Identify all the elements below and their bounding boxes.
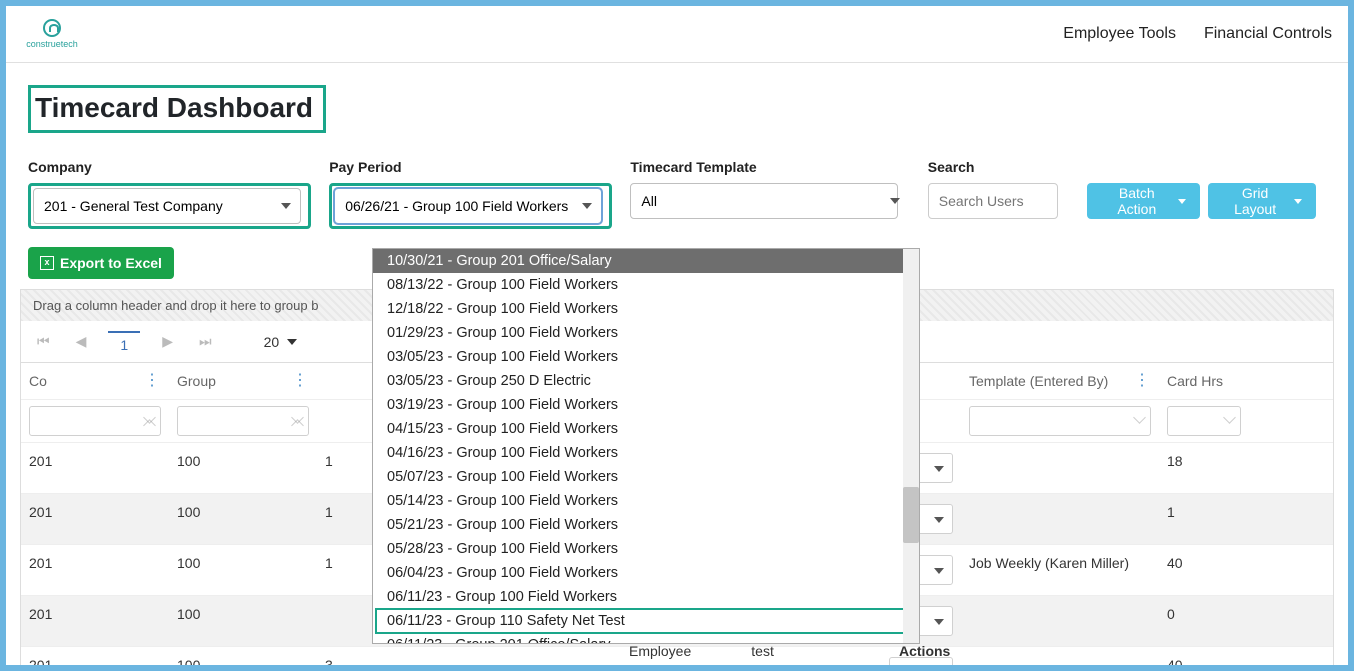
pay-period-option[interactable]: 05/21/23 - Group 100 Field Workers <box>373 513 919 537</box>
scrollbar[interactable] <box>903 249 919 643</box>
pager-prev-icon[interactable]: ◀ <box>72 329 91 354</box>
filter-hrs[interactable] <box>1167 406 1241 436</box>
pay-period-label: Pay Period <box>329 159 612 175</box>
col-test-peek: test <box>751 643 774 659</box>
filter-co[interactable] <box>29 406 161 436</box>
nav-employee-tools[interactable]: Employee Tools <box>1063 25 1176 43</box>
cell-hrs: 0 <box>1159 596 1249 646</box>
pay-period-dropdown-list[interactable]: 10/30/21 - Group 201 Office/Salary08/13/… <box>372 248 920 644</box>
excel-icon: x <box>40 256 54 270</box>
template-label: Timecard Template <box>630 159 909 175</box>
search-input[interactable] <box>928 183 1058 219</box>
cell-template <box>961 647 1159 671</box>
cell-group: 100 <box>169 545 317 595</box>
grid-layout-button[interactable]: Grid Layout <box>1208 183 1316 219</box>
pay-period-option[interactable]: 04/16/23 - Group 100 Field Workers <box>373 441 919 465</box>
export-excel-button[interactable]: x Export to Excel <box>28 247 174 279</box>
cell-template <box>961 443 1159 493</box>
pager-current-page: 1 <box>108 331 140 353</box>
pay-period-option[interactable]: 01/29/23 - Group 100 Field Workers <box>373 321 919 345</box>
pager-next-icon[interactable]: ▶ <box>158 329 177 354</box>
pager-last-icon[interactable]: ⏭ <box>195 329 216 354</box>
column-menu-icon[interactable]: ⋮ <box>1134 377 1150 385</box>
col-co[interactable]: Co <box>29 373 47 389</box>
col-employee-peek: Employee <box>629 643 691 659</box>
pay-period-option[interactable]: 12/18/22 - Group 100 Field Workers <box>373 297 919 321</box>
cell-co: 201 <box>21 647 169 671</box>
cell-hrs: 40 <box>1159 545 1249 595</box>
col-group[interactable]: Group <box>177 373 216 389</box>
page-size-value[interactable]: 20 <box>264 334 280 350</box>
pay-period-option[interactable]: 03/05/23 - Group 250 D Electric <box>373 369 919 393</box>
cell-group: 100 <box>169 647 317 671</box>
pay-period-option[interactable]: 06/04/23 - Group 100 Field Workers <box>373 561 919 585</box>
template-select[interactable]: All <box>630 183 898 219</box>
cell-co: 201 <box>21 596 169 646</box>
top-bar: construetech Employee Tools Financial Co… <box>6 6 1348 62</box>
pay-period-option[interactable]: 08/13/22 - Group 100 Field Workers <box>373 273 919 297</box>
pay-period-option[interactable]: 03/05/23 - Group 100 Field Workers <box>373 345 919 369</box>
cell-template: Job Weekly (Karen Miller) <box>961 545 1159 595</box>
company-select[interactable]: 201 - General Test Company <box>33 188 301 224</box>
page-title: Timecard Dashboard <box>28 85 326 133</box>
pay-period-option[interactable]: 05/28/23 - Group 100 Field Workers <box>373 537 919 561</box>
filter-template[interactable] <box>969 406 1151 436</box>
cell-template <box>961 596 1159 646</box>
col-template[interactable]: Template (Entered By) <box>969 373 1108 389</box>
logo-icon <box>43 19 61 37</box>
pay-period-option[interactable]: 04/15/23 - Group 100 Field Workers <box>373 417 919 441</box>
filter-bar: Company 201 - General Test Company Pay P… <box>6 141 1348 243</box>
pay-period-option[interactable]: 06/11/23 - Group 201 Office/Salary <box>373 633 919 644</box>
caret-down-icon <box>1294 199 1302 204</box>
pager-first-icon[interactable]: ⏮ <box>33 329 54 354</box>
cell-group: 100 <box>169 596 317 646</box>
top-nav: Employee Tools Financial Controls <box>1063 25 1332 43</box>
logo: construetech <box>22 18 82 50</box>
cell-hrs: 1 <box>1159 494 1249 544</box>
nav-financial-controls[interactable]: Financial Controls <box>1204 25 1332 43</box>
col-card-hrs[interactable]: Card Hrs <box>1167 373 1223 389</box>
search-label: Search <box>928 159 1070 175</box>
filter-group[interactable] <box>177 406 309 436</box>
cell-hidden: 3 <box>317 647 881 671</box>
cell-co: 201 <box>21 443 169 493</box>
pay-period-option[interactable]: 10/30/21 - Group 201 Office/Salary <box>373 249 919 273</box>
col-actions-peek: Actions <box>899 643 950 659</box>
pay-period-option[interactable]: 05/14/23 - Group 100 Field Workers <box>373 489 919 513</box>
row-action-select[interactable] <box>889 657 953 671</box>
column-menu-icon[interactable]: ⋮ <box>292 377 308 385</box>
company-label: Company <box>28 159 311 175</box>
cell-co: 201 <box>21 494 169 544</box>
cell-hrs: 18 <box>1159 443 1249 493</box>
pay-period-option[interactable]: 05/07/23 - Group 100 Field Workers <box>373 465 919 489</box>
scrollbar-thumb[interactable] <box>903 487 919 543</box>
cell-group: 100 <box>169 443 317 493</box>
cell-hrs: 40 <box>1159 647 1249 671</box>
pay-period-option[interactable]: 03/19/23 - Group 100 Field Workers <box>373 393 919 417</box>
batch-action-button[interactable]: Batch Action <box>1087 183 1200 219</box>
caret-down-icon[interactable] <box>287 339 297 345</box>
cell-template <box>961 494 1159 544</box>
cell-group: 100 <box>169 494 317 544</box>
pay-period-option[interactable]: 06/11/23 - Group 110 Safety Net Test <box>375 608 917 634</box>
pay-period-option[interactable]: 06/11/23 - Group 100 Field Workers <box>373 585 919 609</box>
cell-co: 201 <box>21 545 169 595</box>
caret-down-icon <box>1178 199 1186 204</box>
column-menu-icon[interactable]: ⋮ <box>144 377 160 385</box>
pay-period-select[interactable]: 06/26/21 - Group 100 Field Workers <box>334 188 602 224</box>
